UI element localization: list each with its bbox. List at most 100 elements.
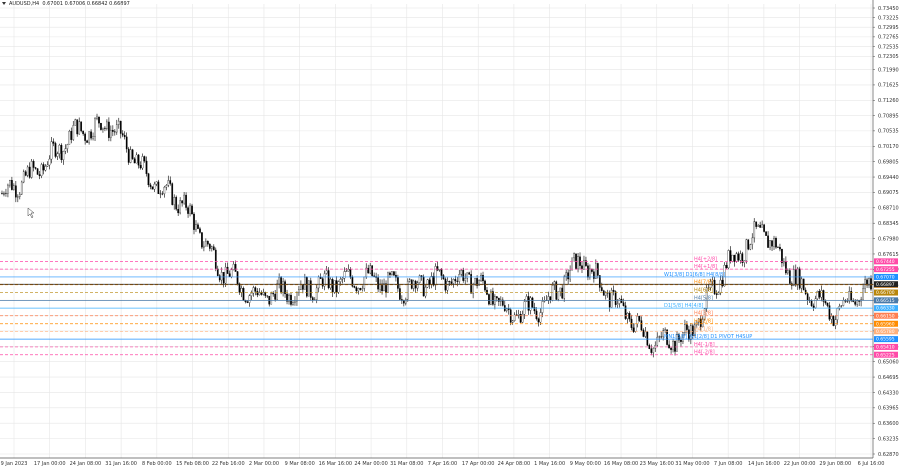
candle-body [852,300,855,302]
candle-body [462,270,465,281]
candle-body [355,287,358,292]
price-tick-label: 0.63965 [878,406,899,412]
time-tick-label: 7 Jun 08:00 [714,461,743,467]
candle-body [300,284,302,290]
candle-body [509,309,512,323]
candle-body [163,186,166,195]
candle-body [404,299,407,304]
candle-body [199,228,201,233]
candle-body [432,276,435,286]
candle-body [535,310,538,319]
candle-body [28,166,31,178]
candle-body [337,281,340,293]
price-tick-label: 0.70895 [878,114,899,120]
candle-body [563,276,566,299]
candle-body [424,287,427,297]
candle-body [751,237,754,245]
candle-body [822,290,825,302]
candle-body [179,200,181,214]
candle-body [767,235,769,248]
candle-body [361,288,364,290]
candle-body [480,275,482,281]
candle-body [359,288,362,290]
price-tick-label: 0.67980 [878,236,899,242]
candle-body [309,280,312,298]
candle-body [856,300,858,305]
candle-body [40,164,43,177]
candle-body [747,239,750,250]
candle-body [557,291,560,300]
level-label: H4[+2/8] [694,256,717,262]
candle-body [553,281,556,286]
candle-body [294,300,296,303]
candle-body [620,298,623,303]
candle-body [614,291,617,305]
candle-body [828,305,831,320]
candle-body [169,180,172,184]
candle-body [826,302,829,306]
candle-body [642,329,645,337]
candle-body [222,272,225,284]
candle-body [56,153,59,157]
candle-body [715,293,718,295]
candle-body [531,297,534,308]
candle-body [113,131,116,133]
candle-body [832,315,835,326]
candle-body [64,148,67,152]
candle-body [420,275,423,277]
candle-body [478,280,480,286]
candle-body [373,275,375,277]
time-tick-label: 29 Jun 08:00 [819,461,851,467]
price-tick-label: 0.71260 [878,98,899,104]
candle-body [151,186,154,190]
candle-body [777,247,779,248]
candle-body [353,286,356,288]
candle-body [173,197,176,205]
candle-body [165,185,168,188]
candle-body [305,277,308,297]
candle-body [276,283,278,300]
candle-body [731,254,734,262]
candle-body [238,283,241,293]
candle-body [492,291,494,305]
candle-body [559,287,562,292]
time-tick-label: 7 Apr 16:00 [428,461,457,467]
candle-body [210,246,213,249]
candle-body [74,119,77,126]
candle-body [327,270,330,289]
time-tick-label: 23 May 16:00 [640,461,674,467]
candle-body [640,320,643,331]
candle-body [820,290,823,298]
candle-body [242,288,245,301]
candle-body [771,240,773,247]
candle-body [628,313,631,320]
candle-body [296,292,298,302]
candle-body [618,298,621,304]
time-tick-label: 8 Feb 00:00 [142,461,172,467]
candle-body [498,297,500,302]
level-price-tag-text: 0.66700 [876,290,895,296]
candle-body [505,308,508,311]
candle-body [60,144,63,161]
candle-body [769,240,771,248]
candle-body [78,121,81,135]
candle-body [254,287,257,292]
candle-body [818,291,821,298]
candle-body [765,231,767,236]
candle-body [660,336,663,338]
candle-body [757,224,760,227]
candle-body [652,348,655,353]
candle-body [141,156,144,169]
candle-body [583,260,585,270]
chart-window[interactable]: AUDUSD,H4 0.67001 0.67006 0.66842 0.6689… [0,0,900,468]
candle-body [824,301,827,304]
candle-body [325,270,328,274]
candle-body [391,271,393,275]
candle-body [92,136,94,139]
level-label: H4[1/8] [694,326,713,332]
candle-body [3,193,5,195]
candle-body [121,133,124,136]
candle-body [842,300,845,306]
candle-body [278,277,280,284]
chart-canvas[interactable]: 0.73450 0.73225 0.72995 0.72765 0.72535 0.723… [0,0,900,468]
